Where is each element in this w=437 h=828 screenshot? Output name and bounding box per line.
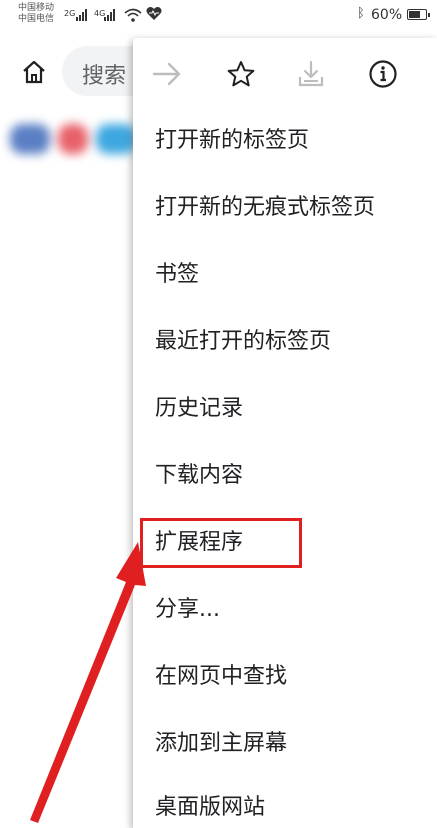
menu-item-history[interactable]: 历史记录 bbox=[155, 394, 243, 424]
search-placeholder: 搜索 bbox=[82, 64, 127, 89]
menu-item-new-incognito-tab[interactable]: 打开新的无痕式标签页 bbox=[155, 193, 375, 223]
carrier-labels: 中国移动 中国电信 bbox=[18, 3, 54, 25]
wifi-icon bbox=[124, 8, 142, 22]
bluetooth-icon: ᛒ bbox=[357, 6, 365, 21]
bookmark-star-icon[interactable] bbox=[223, 56, 259, 92]
signal-icon bbox=[76, 9, 87, 21]
menu-item-bookmarks[interactable]: 书签 bbox=[155, 260, 199, 290]
info-icon[interactable] bbox=[365, 56, 401, 92]
menu-item-find-in-page[interactable]: 在网页中查找 bbox=[155, 662, 287, 692]
battery-percent: 60% bbox=[371, 7, 403, 23]
blurred-page-content bbox=[8, 120, 138, 158]
network-type-1: 2G bbox=[64, 9, 76, 18]
carrier-2: 中国电信 bbox=[18, 14, 55, 24]
annotation-highlight-box bbox=[140, 518, 302, 568]
menu-icon-row bbox=[133, 38, 437, 110]
menu-item-desktop-site[interactable]: 桌面版网站 bbox=[155, 793, 265, 823]
battery-icon bbox=[407, 9, 430, 20]
status-bar: 中国移动 中国电信 2G 4G ᛒ 60% bbox=[0, 0, 437, 34]
download-icon[interactable] bbox=[293, 56, 329, 92]
overflow-menu: 打开新的标签页 打开新的无痕式标签页 书签 最近打开的标签页 历史记录 下载内容… bbox=[133, 38, 437, 828]
menu-item-add-to-home-screen[interactable]: 添加到主屏幕 bbox=[155, 729, 287, 759]
forward-arrow-icon[interactable] bbox=[149, 56, 185, 92]
menu-item-recent-tabs[interactable]: 最近打开的标签页 bbox=[155, 327, 331, 357]
menu-item-new-tab[interactable]: 打开新的标签页 bbox=[155, 126, 309, 156]
home-icon[interactable] bbox=[20, 58, 48, 86]
menu-item-downloads[interactable]: 下载内容 bbox=[155, 461, 243, 491]
health-heart-icon bbox=[146, 7, 162, 20]
menu-item-share[interactable]: 分享... bbox=[155, 595, 220, 625]
signal-icon bbox=[104, 9, 115, 21]
carrier-1: 中国移动 bbox=[18, 3, 55, 13]
